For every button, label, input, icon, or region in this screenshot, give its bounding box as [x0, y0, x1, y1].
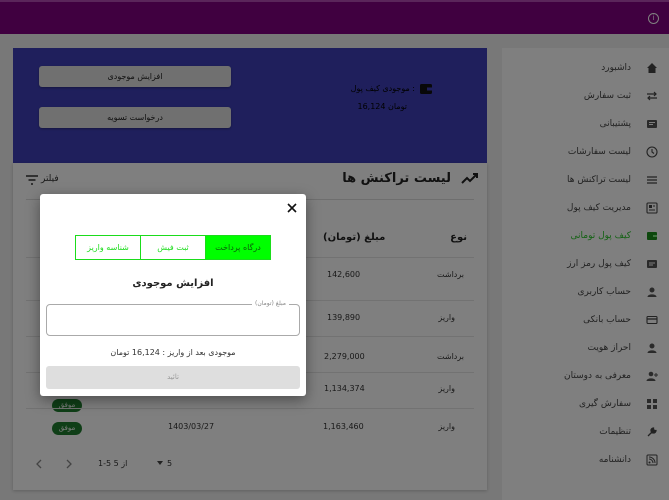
amount-input[interactable] [49, 307, 297, 333]
confirm-button[interactable]: تائید [46, 366, 300, 389]
amount-field[interactable]: مبلغ (تومان) [46, 300, 300, 336]
dialog-title: افزایش موجودی [132, 278, 214, 289]
tab-deposit-id[interactable]: شناسه واریز [76, 236, 140, 259]
payment-method-tabs: درگاه پرداخت ثبت فیش شناسه واریز [75, 235, 271, 260]
balance-after-deposit: موجودی بعد از واریز : 16,124 تومان [110, 348, 236, 357]
amount-field-label: مبلغ (تومان) [251, 300, 289, 307]
tab-payment-gateway[interactable]: درگاه پرداخت [205, 236, 270, 259]
close-icon[interactable] [286, 202, 298, 214]
increase-balance-dialog: درگاه پرداخت ثبت فیش شناسه واریز افزایش … [40, 194, 306, 396]
tab-register-receipt[interactable]: ثبت فیش [140, 236, 205, 259]
